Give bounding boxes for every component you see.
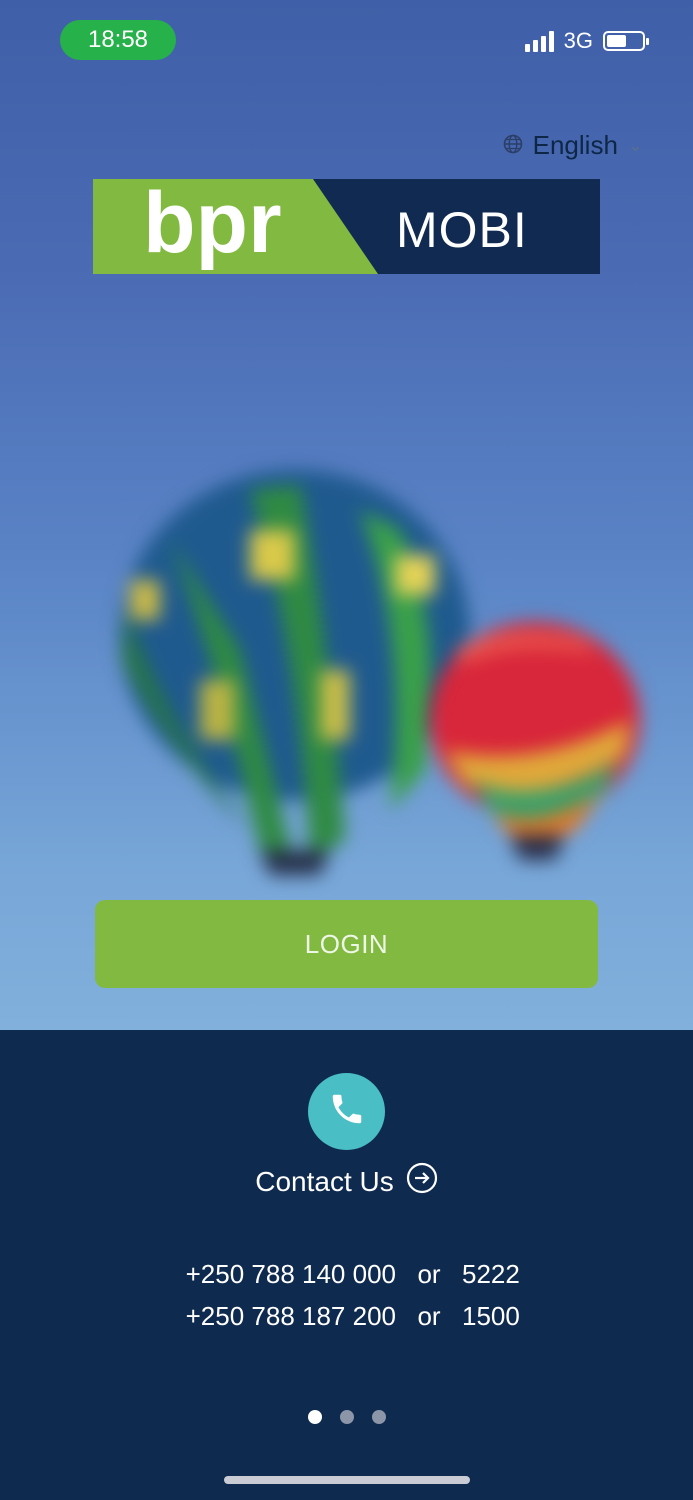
- logo-mobi-text: MOBI: [396, 202, 528, 258]
- page-indicator: [0, 1410, 693, 1424]
- network-type: 3G: [563, 28, 593, 53]
- call-button[interactable]: [308, 1073, 385, 1150]
- or-label: or: [417, 1258, 441, 1289]
- short-code[interactable]: 1500: [462, 1301, 542, 1332]
- phone-icon: [328, 1090, 366, 1133]
- battery-level: [607, 35, 626, 47]
- phone-row: +250 788 140 000 or 5222: [0, 1253, 693, 1295]
- signal-icon: [524, 30, 554, 52]
- globe-icon: [503, 130, 523, 161]
- battery-icon: [603, 31, 649, 51]
- hot-air-balloon-image: [425, 620, 645, 880]
- status-time-pill: 18:58: [60, 20, 176, 60]
- language-selector[interactable]: English ⌄: [503, 130, 643, 161]
- arrow-right-circle-icon: [406, 1162, 438, 1201]
- logo-bpr-text: bpr: [143, 179, 282, 271]
- contact-us-link[interactable]: Contact Us: [0, 1162, 693, 1201]
- language-label: English: [532, 130, 618, 160]
- status-time: 18:58: [87, 26, 149, 53]
- screen: 18:58 3G English ⌄ bpr MOBI LOGIN Contac…: [0, 0, 693, 1500]
- login-button-label: LOGIN: [304, 928, 389, 959]
- phone-numbers: +250 788 140 000 or 5222 +250 788 187 20…: [0, 1253, 693, 1337]
- page-dot-active[interactable]: [307, 1410, 322, 1424]
- or-label: or: [417, 1300, 441, 1331]
- status-icons: 3G: [524, 28, 649, 54]
- contact-us-label: Contact Us: [255, 1165, 394, 1197]
- chevron-down-icon: ⌄: [627, 135, 643, 155]
- page-dot[interactable]: [371, 1410, 386, 1424]
- login-button[interactable]: LOGIN: [95, 900, 598, 988]
- phone-number[interactable]: +250 788 140 000: [151, 1259, 396, 1290]
- home-indicator[interactable]: [224, 1476, 470, 1484]
- short-code[interactable]: 5222: [462, 1259, 542, 1290]
- app-logo: bpr MOBI: [93, 179, 600, 274]
- phone-number[interactable]: +250 788 187 200: [151, 1301, 396, 1332]
- page-dot[interactable]: [339, 1410, 354, 1424]
- phone-row: +250 788 187 200 or 1500: [0, 1295, 693, 1337]
